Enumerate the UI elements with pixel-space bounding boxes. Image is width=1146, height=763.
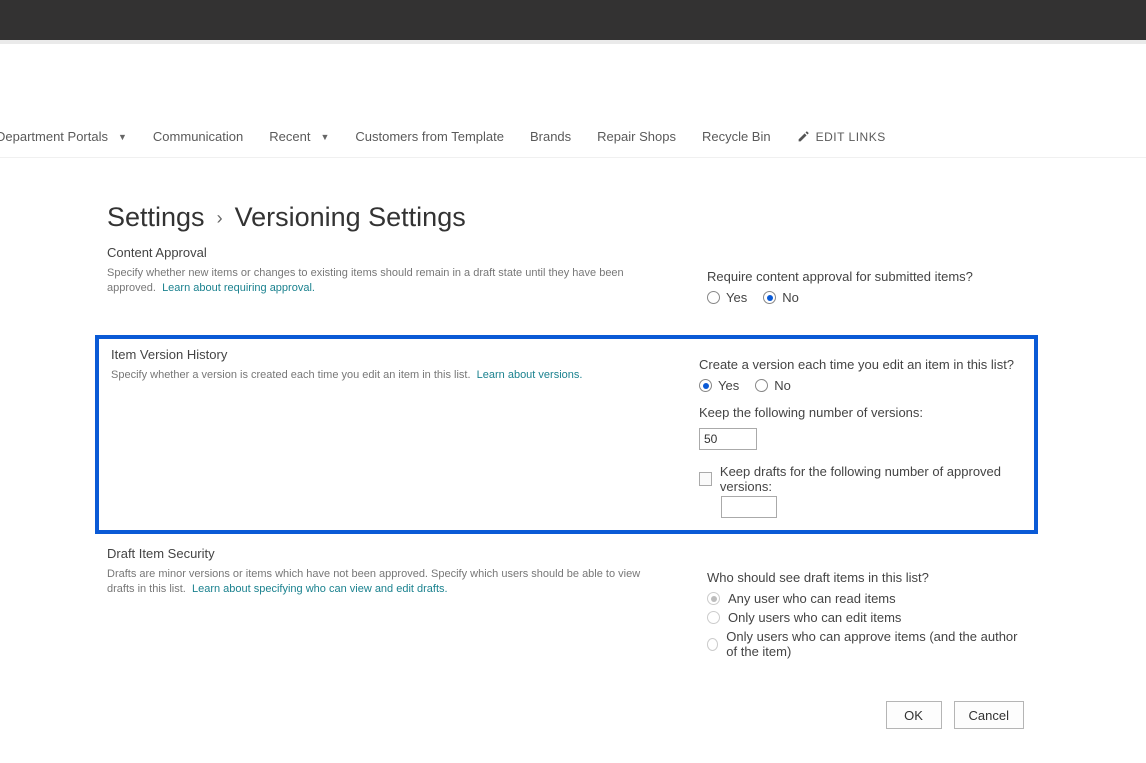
nav-item-recent[interactable]: Recent ▼ — [269, 129, 329, 144]
page-title: Versioning Settings — [235, 202, 466, 233]
radio-label: Yes — [726, 290, 747, 305]
content-approval-title: Content Approval — [107, 245, 667, 260]
nav-label: Brands — [530, 129, 571, 144]
suite-bar — [0, 0, 1146, 40]
version-history-radio-group: Yes No — [699, 378, 1026, 393]
radio-icon[interactable] — [707, 291, 720, 304]
keep-drafts-row: Keep drafts for the following number of … — [699, 464, 1026, 494]
nav-item-communication[interactable]: Communication — [153, 129, 243, 144]
chevron-down-icon: ▼ — [320, 132, 329, 142]
radio-label: No — [774, 378, 791, 393]
radio-label: Any user who can read items — [728, 591, 896, 606]
draft-security-title: Draft Item Security — [107, 546, 667, 561]
form-buttons: OK Cancel — [107, 701, 1030, 729]
ok-button[interactable]: OK — [886, 701, 942, 729]
section-draft-security: Draft Item Security Drafts are minor ver… — [107, 542, 1030, 669]
nav-label: Department Portals — [0, 129, 108, 144]
version-history-desc: Specify whether a version is created eac… — [111, 368, 659, 383]
nav-item-department-portals[interactable]: Department Portals ▼ — [0, 129, 127, 144]
learn-about-drafts-link[interactable]: Learn about specifying who can view and … — [192, 583, 448, 595]
section-content-approval: Content Approval Specify whether new ite… — [107, 241, 1030, 327]
section-version-history-highlight: Item Version History Specify whether a v… — [95, 335, 1038, 534]
radio-icon — [707, 611, 720, 624]
radio-icon — [707, 638, 718, 651]
draft-security-opt-approvers[interactable]: Only users who can approve items (and th… — [707, 629, 1030, 659]
nav-item-recycle-bin[interactable]: Recycle Bin — [702, 129, 771, 144]
radio-label: Only users who can edit items — [728, 610, 901, 625]
keep-versions-input[interactable] — [699, 428, 757, 450]
breadcrumb-separator-icon: › — [217, 208, 223, 229]
cancel-button[interactable]: Cancel — [954, 701, 1024, 729]
page-content: Settings › Versioning Settings Content A… — [0, 158, 1030, 729]
version-history-no-option[interactable]: No — [755, 378, 791, 393]
breadcrumb: Settings › Versioning Settings — [107, 202, 1030, 233]
draft-security-desc: Drafts are minor versions or items which… — [107, 567, 667, 598]
radio-icon[interactable] — [699, 379, 712, 392]
draft-security-radio-group: Any user who can read items Only users w… — [707, 591, 1030, 659]
radio-label: No — [782, 290, 799, 305]
chevron-down-icon: ▼ — [118, 132, 127, 142]
edit-links-label: EDIT LINKS — [816, 130, 886, 144]
content-approval-radio-group: Yes No — [707, 290, 1030, 305]
nav-item-repair-shops[interactable]: Repair Shops — [597, 129, 676, 144]
nav-label: Recent — [269, 129, 310, 144]
version-history-yes-option[interactable]: Yes — [699, 378, 739, 393]
learn-about-approval-link[interactable]: Learn about requiring approval. — [162, 282, 315, 294]
content-approval-yes-option[interactable]: Yes — [707, 290, 747, 305]
nav-label: Customers from Template — [355, 129, 504, 144]
radio-icon[interactable] — [763, 291, 776, 304]
content-approval-no-option[interactable]: No — [763, 290, 799, 305]
keep-drafts-input[interactable] — [721, 496, 777, 518]
draft-security-question: Who should see draft items in this list? — [707, 570, 1030, 585]
nav-label: Communication — [153, 129, 243, 144]
edit-links-button[interactable]: EDIT LINKS — [797, 130, 886, 144]
keep-versions-label: Keep the following number of versions: — [699, 405, 1026, 420]
learn-about-versions-link[interactable]: Learn about versions. — [477, 369, 583, 381]
content-approval-desc: Specify whether new items or changes to … — [107, 266, 667, 297]
pencil-icon — [797, 130, 810, 143]
top-navigation: Department Portals ▼ Communication Recen… — [0, 116, 1146, 158]
radio-icon — [707, 592, 720, 605]
nav-label: Repair Shops — [597, 129, 676, 144]
content-approval-question: Require content approval for submitted i… — [707, 269, 1030, 284]
version-history-question: Create a version each time you edit an i… — [699, 357, 1026, 372]
breadcrumb-parent[interactable]: Settings — [107, 202, 205, 233]
radio-label: Yes — [718, 378, 739, 393]
draft-security-opt-any-reader[interactable]: Any user who can read items — [707, 591, 1030, 606]
radio-icon[interactable] — [755, 379, 768, 392]
nav-item-customers-from-template[interactable]: Customers from Template — [355, 129, 504, 144]
draft-security-opt-editors[interactable]: Only users who can edit items — [707, 610, 1030, 625]
nav-label: Recycle Bin — [702, 129, 771, 144]
radio-label: Only users who can approve items (and th… — [726, 629, 1030, 659]
version-history-title: Item Version History — [111, 347, 659, 362]
ribbon-strip — [0, 40, 1146, 44]
version-history-desc-text: Specify whether a version is created eac… — [111, 369, 471, 381]
keep-drafts-label: Keep drafts for the following number of … — [720, 464, 1026, 494]
nav-item-brands[interactable]: Brands — [530, 129, 571, 144]
keep-drafts-checkbox[interactable] — [699, 472, 712, 486]
